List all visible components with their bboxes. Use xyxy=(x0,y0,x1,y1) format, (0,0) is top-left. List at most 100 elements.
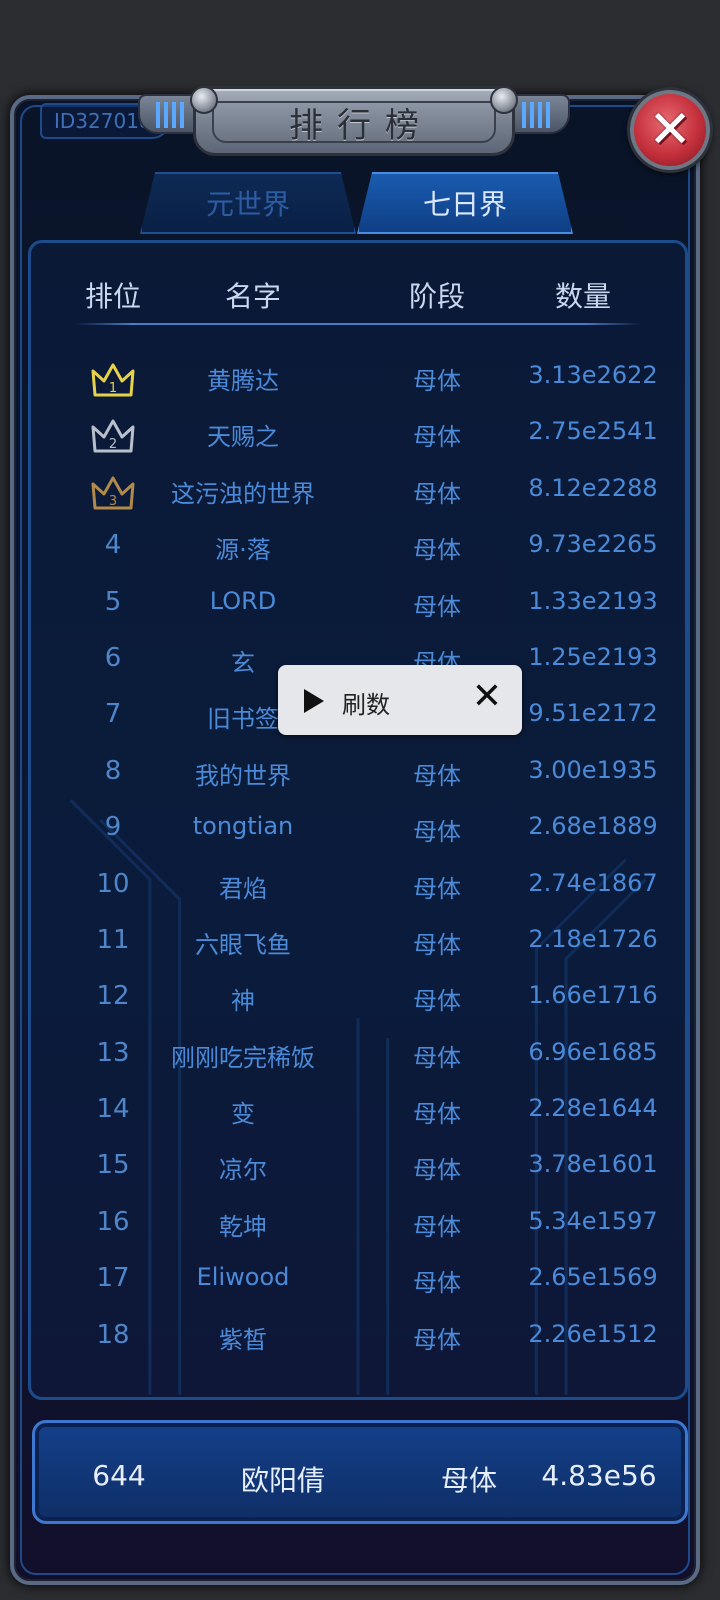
row-stage: 母体 xyxy=(413,423,461,452)
table-row[interactable]: 8 我的世界 母体 3.00e1935 xyxy=(31,742,685,798)
row-stage: 母体 xyxy=(413,1325,461,1354)
row-name: 君焰 xyxy=(219,874,267,903)
header-divider xyxy=(75,323,641,325)
row-rank: 11 xyxy=(96,924,130,955)
title-stripes-left xyxy=(156,102,186,128)
row-count: 1.25e2193 xyxy=(528,642,658,671)
table-row[interactable]: 2 天赐之 母体 2.75e2541 xyxy=(31,403,685,459)
title-plate: 排行榜 xyxy=(138,82,570,164)
table-row[interactable]: 17 Eliwood 母体 2.65e1569 xyxy=(31,1249,685,1305)
ranking-list[interactable]: 1 黄腾达 母体 3.13e2622 2 天赐之 母体 2.75e2541 3 这污浊的世界 母体 8… xyxy=(31,347,685,1362)
row-rank: 9 xyxy=(104,812,122,843)
row-stage: 母体 xyxy=(413,818,461,847)
row-name: 神 xyxy=(231,987,255,1016)
close-button[interactable]: ✕ xyxy=(630,90,710,170)
table-row[interactable]: 5 LORD 母体 1.33e2193 xyxy=(31,573,685,629)
row-name: 旧书签 xyxy=(207,705,279,734)
title-center: 排行榜 xyxy=(193,86,515,156)
row-stage: 母体 xyxy=(413,987,461,1016)
row-rank: 10 xyxy=(96,868,130,899)
ad-popup-label[interactable]: 刷数 xyxy=(342,685,390,720)
my-rank-bar: 644 欧阳倩 母体 4.83e56 xyxy=(32,1420,688,1524)
row-count: 1.66e1716 xyxy=(528,981,658,1010)
row-name: 玄 xyxy=(231,648,255,677)
row-stage: 母体 xyxy=(413,874,461,903)
bolt-icon-left xyxy=(190,86,218,114)
row-count: 9.73e2265 xyxy=(528,530,658,559)
row-rank: 5 xyxy=(104,586,122,617)
row-name: 我的世界 xyxy=(195,761,291,790)
row-name: Eliwood xyxy=(196,1263,290,1292)
tab-label: 元世界 xyxy=(205,188,290,221)
crown-icon: 2 xyxy=(89,417,137,457)
row-name: 凉尔 xyxy=(219,1156,267,1185)
row-count: 5.34e1597 xyxy=(528,1206,658,1235)
column-header-row: 排位 名字 阶段 数量 xyxy=(31,267,685,323)
row-count: 9.51e2172 xyxy=(528,699,658,728)
row-rank: 18 xyxy=(96,1319,130,1350)
row-name: 六眼飞鱼 xyxy=(195,930,291,959)
row-rank: 15 xyxy=(96,1150,130,1181)
play-icon[interactable] xyxy=(304,689,324,713)
row-stage: 母体 xyxy=(413,1156,461,1185)
table-row[interactable]: 12 神 母体 1.66e1716 xyxy=(31,967,685,1023)
close-icon: ✕ xyxy=(648,100,692,160)
row-count: 2.75e2541 xyxy=(528,417,658,446)
row-name: 刚刚吃完稀饭 xyxy=(171,1043,315,1072)
row-count: 2.68e1889 xyxy=(528,812,658,841)
row-name: 乾坤 xyxy=(219,1212,267,1241)
row-stage: 母体 xyxy=(413,930,461,959)
row-count: 3.78e1601 xyxy=(528,1150,658,1179)
row-count: 2.65e1569 xyxy=(528,1263,658,1292)
tab-seven-day-world[interactable]: 七日界 xyxy=(357,172,573,234)
table-row[interactable]: 3 这污浊的世界 母体 8.12e2288 xyxy=(31,460,685,516)
row-rank: 7 xyxy=(104,699,122,730)
row-stage: 母体 xyxy=(413,592,461,621)
tab-label: 七日界 xyxy=(422,188,507,221)
crown-rank-label: 3 xyxy=(109,494,117,509)
row-count: 3.13e2622 xyxy=(528,361,658,389)
my-stage: 母体 xyxy=(440,1464,498,1497)
ad-popup[interactable]: 刷数 ✕ xyxy=(278,665,522,735)
tab-meta-world[interactable]: 元世界 xyxy=(140,172,356,234)
table-row[interactable]: 1 黄腾达 母体 3.13e2622 xyxy=(31,347,685,403)
row-rank: 16 xyxy=(96,1206,130,1237)
table-row[interactable]: 9 tongtian 母体 2.68e1889 xyxy=(31,798,685,854)
table-row[interactable]: 10 君焰 母体 2.74e1867 xyxy=(31,855,685,911)
row-count: 2.18e1726 xyxy=(528,924,658,953)
title-inner: 排行榜 xyxy=(212,101,496,146)
my-name: 欧阳倩 xyxy=(240,1464,326,1497)
crown-icon: 3 xyxy=(89,474,137,514)
row-name: 源·落 xyxy=(215,536,271,565)
row-count: 1.33e2193 xyxy=(528,586,658,615)
row-name: 变 xyxy=(231,1100,255,1129)
leaderboard-panel[interactable]: 排位 名字 阶段 数量 1 黄腾达 母体 3.13e2622 2 天赐之 母体 2.75e25… xyxy=(28,240,688,1400)
column-count: 数量 xyxy=(554,280,612,313)
my-count: 4.83e56 xyxy=(541,1459,657,1492)
title-stripes-right xyxy=(522,102,552,128)
row-count: 2.28e1644 xyxy=(528,1094,658,1123)
row-rank: 17 xyxy=(96,1263,130,1294)
table-row[interactable]: 4 源·落 母体 9.73e2265 xyxy=(31,516,685,572)
ad-close-icon[interactable]: ✕ xyxy=(472,679,502,715)
table-row[interactable]: 13 刚刚吃完稀饭 母体 6.96e1685 xyxy=(31,1024,685,1080)
table-row[interactable]: 18 紫皙 母体 2.26e1512 xyxy=(31,1306,685,1362)
column-rank: 排位 xyxy=(84,280,142,313)
table-row[interactable]: 14 变 母体 2.28e1644 xyxy=(31,1080,685,1136)
table-row[interactable]: 11 六眼飞鱼 母体 2.18e1726 xyxy=(31,911,685,967)
row-rank: 14 xyxy=(96,1094,130,1125)
table-row[interactable]: 16 乾坤 母体 5.34e1597 xyxy=(31,1193,685,1249)
crown-icon: 1 xyxy=(89,361,137,401)
row-stage: 母体 xyxy=(413,761,461,790)
row-stage: 母体 xyxy=(413,1043,461,1072)
row-stage: 母体 xyxy=(413,1269,461,1298)
my-rank: 644 xyxy=(92,1459,146,1492)
table-row[interactable]: 15 凉尔 母体 3.78e1601 xyxy=(31,1136,685,1192)
row-name: 这污浊的世界 xyxy=(171,479,315,508)
row-count: 8.12e2288 xyxy=(528,473,658,502)
page-title: 排行榜 xyxy=(289,105,433,146)
crown-rank-label: 2 xyxy=(109,437,117,452)
row-rank: 6 xyxy=(104,642,122,673)
crown-rank-label: 1 xyxy=(109,381,117,396)
row-rank: 4 xyxy=(104,530,122,561)
